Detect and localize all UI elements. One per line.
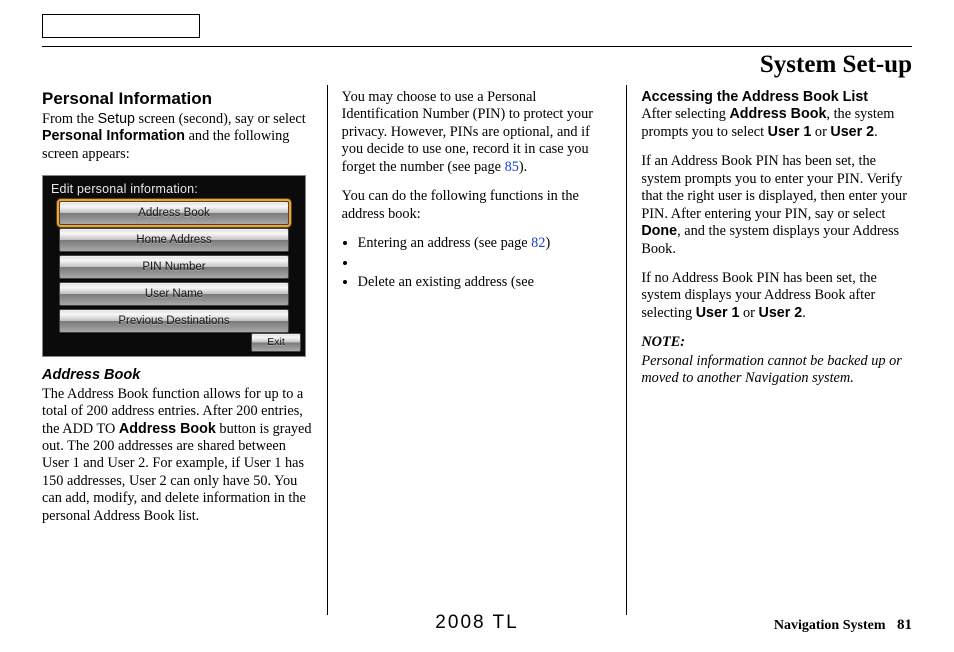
c3p1-a: After selecting — [641, 106, 729, 122]
nav-title: Edit personal information: — [43, 176, 305, 199]
nav-screenshot: Edit personal information: Address Book … — [42, 175, 306, 357]
accessing-block: Accessing the Address Book List After se… — [641, 89, 912, 141]
nav-btn-prev-dest[interactable]: Previous Destinations — [59, 309, 289, 333]
footer-label: Navigation System — [774, 618, 886, 633]
note-body: Personal information cannot be backed up… — [641, 353, 912, 388]
c3p1-u2: User 2 — [830, 124, 874, 140]
nav-buttons: Address Book Home Address PIN Number Use… — [43, 199, 305, 333]
list-item-delete: Delete an existing address (see — [358, 274, 613, 291]
nav-btn-pin-number[interactable]: PIN Number — [59, 255, 289, 279]
c3p3-b: . — [802, 305, 806, 321]
intro-text-a: From the — [42, 111, 98, 127]
column-1: Personal Information From the Setup scre… — [42, 85, 328, 615]
p1-b: ). — [519, 159, 527, 175]
c3p2-a: If an Address Book PIN has been set, the… — [641, 153, 907, 221]
note-heading: NOTE: — [641, 334, 912, 351]
p1-a: You may choose to use a Personal Identif… — [342, 89, 593, 175]
subhead-address-book: Address Book — [42, 367, 313, 385]
intro-text-b: screen (second), say or select — [135, 111, 306, 127]
page-title: System Set-up — [42, 51, 912, 79]
nav-btn-user-name[interactable]: User Name — [59, 282, 289, 306]
page-footer: 2008 TL Navigation System 81 — [0, 617, 954, 634]
list-item-empty — [358, 255, 613, 272]
functions-intro: You can do the following functions in th… — [342, 188, 613, 223]
footer-model: 2008 TL — [435, 612, 518, 634]
c3p2: If an Address Book PIN has been set, the… — [641, 153, 912, 258]
content-columns: Personal Information From the Setup scre… — [42, 85, 912, 615]
column-2: You may choose to use a Personal Identif… — [328, 85, 628, 615]
column-3: Accessing the Address Book List After se… — [627, 85, 912, 615]
c3p3-u2: User 2 — [759, 305, 803, 321]
c3p3: If no Address Book PIN has been set, the… — [641, 270, 912, 322]
heading-personal-info: Personal Information — [42, 89, 313, 110]
intro-paragraph: From the Setup screen (second), say or s… — [42, 111, 313, 163]
c3p3-u1: User 1 — [696, 305, 740, 321]
setup-word: Setup — [98, 111, 135, 127]
c3p1-c: or — [811, 124, 830, 140]
page-number: 81 — [897, 617, 912, 633]
li1-a: Entering an address (see page — [358, 235, 531, 251]
functions-list: Entering an address (see page 82) Delete… — [342, 235, 613, 291]
pin-paragraph: You may choose to use a Personal Identif… — [342, 89, 613, 176]
page-link-82[interactable]: 82 — [531, 235, 545, 251]
c3p2-b: , and the system displays your Address B… — [641, 223, 899, 256]
address-book-paragraph: The Address Book function allows for up … — [42, 386, 313, 526]
ab-bold: Address Book — [119, 421, 216, 437]
c3p1-d: . — [874, 124, 878, 140]
c3p1-ab: Address Book — [729, 106, 826, 122]
page-link-85[interactable]: 85 — [505, 159, 519, 175]
nav-btn-address-book[interactable]: Address Book — [59, 201, 289, 225]
ocr-empty-box — [42, 14, 200, 38]
c3p2-done: Done — [641, 223, 677, 239]
c3p1-u1: User 1 — [768, 124, 812, 140]
header-rule — [42, 46, 912, 47]
nav-btn-exit[interactable]: Exit — [251, 333, 301, 352]
footer-right: Navigation System 81 — [774, 617, 912, 634]
heading-accessing: Accessing the Address Book List — [641, 89, 868, 105]
nav-btn-home-address[interactable]: Home Address — [59, 228, 289, 252]
li1-b: ) — [545, 235, 550, 251]
pi-bold: Personal Information — [42, 128, 185, 144]
c3p3-or: or — [739, 305, 758, 321]
list-item-enter: Entering an address (see page 82) — [358, 235, 613, 252]
